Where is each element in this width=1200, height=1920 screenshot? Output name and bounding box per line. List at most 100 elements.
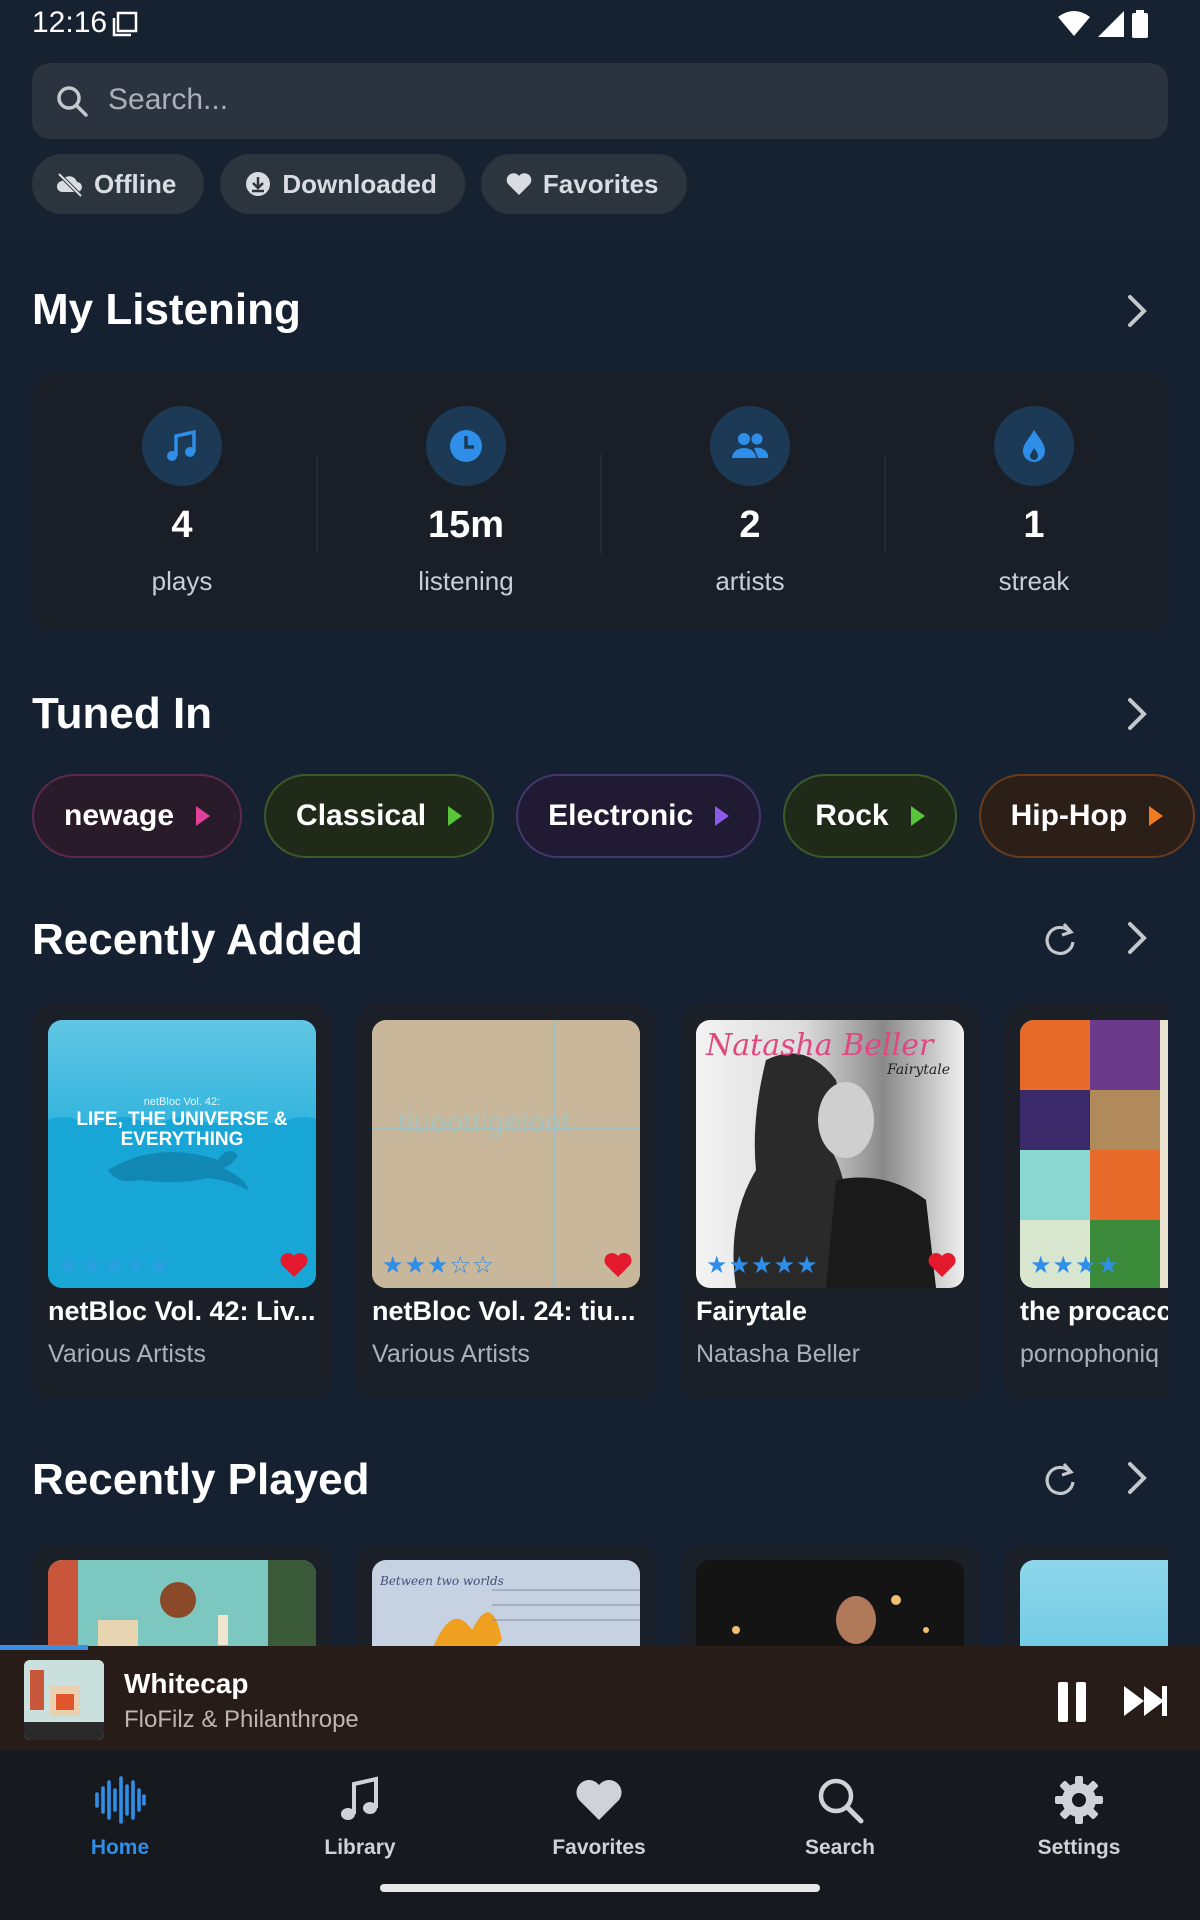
flame-icon <box>1023 430 1045 462</box>
play-icon <box>196 806 211 826</box>
album-card[interactable]: tiuoottigeloot ★★★☆☆ netBloc Vol. 24: ti… <box>356 1004 656 1400</box>
genre-classical[interactable]: Classical <box>264 774 495 858</box>
playback-progress[interactable] <box>0 1645 88 1650</box>
rating-stars: ★★★★★ <box>706 1252 819 1279</box>
refresh-icon[interactable] <box>1040 1460 1080 1500</box>
nav-home-label: Home <box>90 1836 150 1859</box>
recently-played-row: Between two worlds <box>32 1544 1168 1646</box>
now-playing-bar[interactable]: Whitecap FloFilz & Philanthrope <box>0 1646 1200 1750</box>
album-art <box>372 1020 640 1288</box>
album-card[interactable] <box>1004 1544 1168 1646</box>
album-card[interactable] <box>680 1544 980 1646</box>
album-cover: Natasha Beller Fairytale ★★★★★ <box>696 1020 964 1288</box>
pause-icon[interactable] <box>1058 1682 1086 1722</box>
genre-label: newage <box>64 799 175 832</box>
album-artist: Natasha Beller <box>696 1340 860 1368</box>
chevron-right-icon[interactable] <box>1122 291 1152 331</box>
play-icon <box>715 806 730 826</box>
heart-icon[interactable] <box>604 1252 632 1278</box>
music-note-icon <box>167 429 196 461</box>
chevron-right-icon[interactable] <box>1122 1458 1152 1498</box>
album-card[interactable]: Natasha Beller Fairytale ★★★★★ Fairytale… <box>680 1004 980 1400</box>
album-card[interactable]: Between two worlds <box>356 1544 656 1646</box>
stat-artists-label: artists <box>715 566 785 596</box>
rating-stars: ★★★★ <box>1030 1252 1121 1279</box>
rating-stars: ★★★★★ <box>58 1252 171 1279</box>
album-card[interactable]: netBloc Vol. 42: LIFE, THE UNIVERSE & EV… <box>32 1004 332 1400</box>
album-title: Fairytale <box>696 1296 808 1326</box>
album-cover: netBloc Vol. 42: LIFE, THE UNIVERSE & EV… <box>48 1020 316 1288</box>
album-card[interactable] <box>32 1544 332 1646</box>
nav-settings[interactable]: Settings <box>999 1774 1159 1860</box>
filter-offline[interactable]: Offline <box>32 154 205 214</box>
nav-home[interactable]: Home <box>40 1774 200 1860</box>
play-icon <box>910 806 925 826</box>
cover-title: LIFE, THE UNIVERSE & EVERYTHING <box>76 1109 288 1150</box>
refresh-icon[interactable] <box>1040 920 1080 960</box>
heart-icon[interactable] <box>928 1252 956 1278</box>
status-bar: 12:16 <box>0 0 1200 48</box>
stat-plays: 4 plays <box>32 374 316 632</box>
heart-icon[interactable] <box>280 1252 308 1278</box>
search-input[interactable]: Search... <box>32 63 1168 139</box>
filter-favorites[interactable]: Favorites <box>480 154 687 214</box>
nav-search-label: Search <box>804 1836 876 1859</box>
chevron-right-icon[interactable] <box>1122 918 1152 958</box>
now-playing-title: Whitecap <box>124 1668 249 1699</box>
my-listening-title: My Listening <box>32 285 301 334</box>
play-icon <box>448 806 463 826</box>
people-icon <box>732 433 769 458</box>
nav-favorites[interactable]: Favorites <box>519 1774 679 1860</box>
album-art <box>48 1560 316 1646</box>
recently-added-title: Recently Added <box>32 915 363 964</box>
waveform-icon <box>95 1776 146 1824</box>
album-title: netBloc Vol. 42: Liv... <box>48 1296 316 1326</box>
album-cover: tiuoottigeloot ★★★☆☆ <box>372 1020 640 1288</box>
search-icon <box>57 86 88 117</box>
album-cover <box>1020 1560 1168 1646</box>
nav-search[interactable]: Search <box>760 1774 920 1860</box>
album-art <box>48 1117 316 1288</box>
filter-downloaded-label: Downloaded <box>282 168 437 199</box>
genre-label: Rock <box>815 799 889 832</box>
cover-subtitle: netBloc Vol. 42: <box>143 1096 221 1108</box>
album-title: the procacc <box>1020 1296 1168 1326</box>
rating-stars: ★★★☆☆ <box>382 1252 495 1279</box>
play-icon <box>1149 806 1164 826</box>
music-note-icon <box>341 1776 378 1820</box>
nav-settings-label: Settings <box>1037 1836 1121 1859</box>
now-playing-artist: FloFilz & Philanthrope <box>124 1706 359 1733</box>
status-icons <box>1058 10 1148 38</box>
chevron-right-icon[interactable] <box>1122 694 1152 734</box>
nav-library[interactable]: Library <box>280 1774 440 1860</box>
stat-streak-label: streak <box>998 566 1070 596</box>
genre-electronic[interactable]: Electronic <box>516 774 762 858</box>
download-icon <box>246 172 271 196</box>
cover-subtitle: Fairytale <box>887 1062 950 1078</box>
cover-title: tiuoottigeloot <box>398 1106 571 1137</box>
genre-newage[interactable]: newage <box>32 774 243 858</box>
stat-plays-label: plays <box>151 566 213 596</box>
filter-favorites-label: Favorites <box>542 168 659 199</box>
now-playing-art <box>24 1660 104 1740</box>
search-icon <box>818 1778 864 1824</box>
stat-listening-label: listening <box>418 566 514 596</box>
gear-icon <box>1055 1776 1103 1824</box>
genre-rock[interactable]: Rock <box>783 774 957 858</box>
genre-hip-hop[interactable]: Hip-Hop <box>978 774 1196 858</box>
stat-artists-value: 2 <box>739 504 761 546</box>
album-art <box>732 1595 929 1644</box>
album-artist: pornophoniq <box>1020 1340 1160 1368</box>
stat-listening-value: 15m <box>427 504 505 546</box>
stat-listening: 15m listening <box>316 374 600 632</box>
skip-next-icon[interactable] <box>1124 1684 1168 1718</box>
stat-artists: 2 artists <box>600 374 884 632</box>
filter-downloaded[interactable]: Downloaded <box>220 154 465 214</box>
album-cover <box>696 1560 964 1646</box>
header-area: 12:16 Search... Offline Downloaded Favor… <box>0 0 1200 243</box>
album-card[interactable]: ★★★★ the procacc pornophoniq <box>1004 1004 1168 1400</box>
home-indicator[interactable] <box>380 1884 820 1892</box>
recently-added-row: netBloc Vol. 42: LIFE, THE UNIVERSE & EV… <box>32 1004 1168 1400</box>
heart-icon <box>506 173 532 195</box>
stat-streak: 1 streak <box>884 374 1168 632</box>
